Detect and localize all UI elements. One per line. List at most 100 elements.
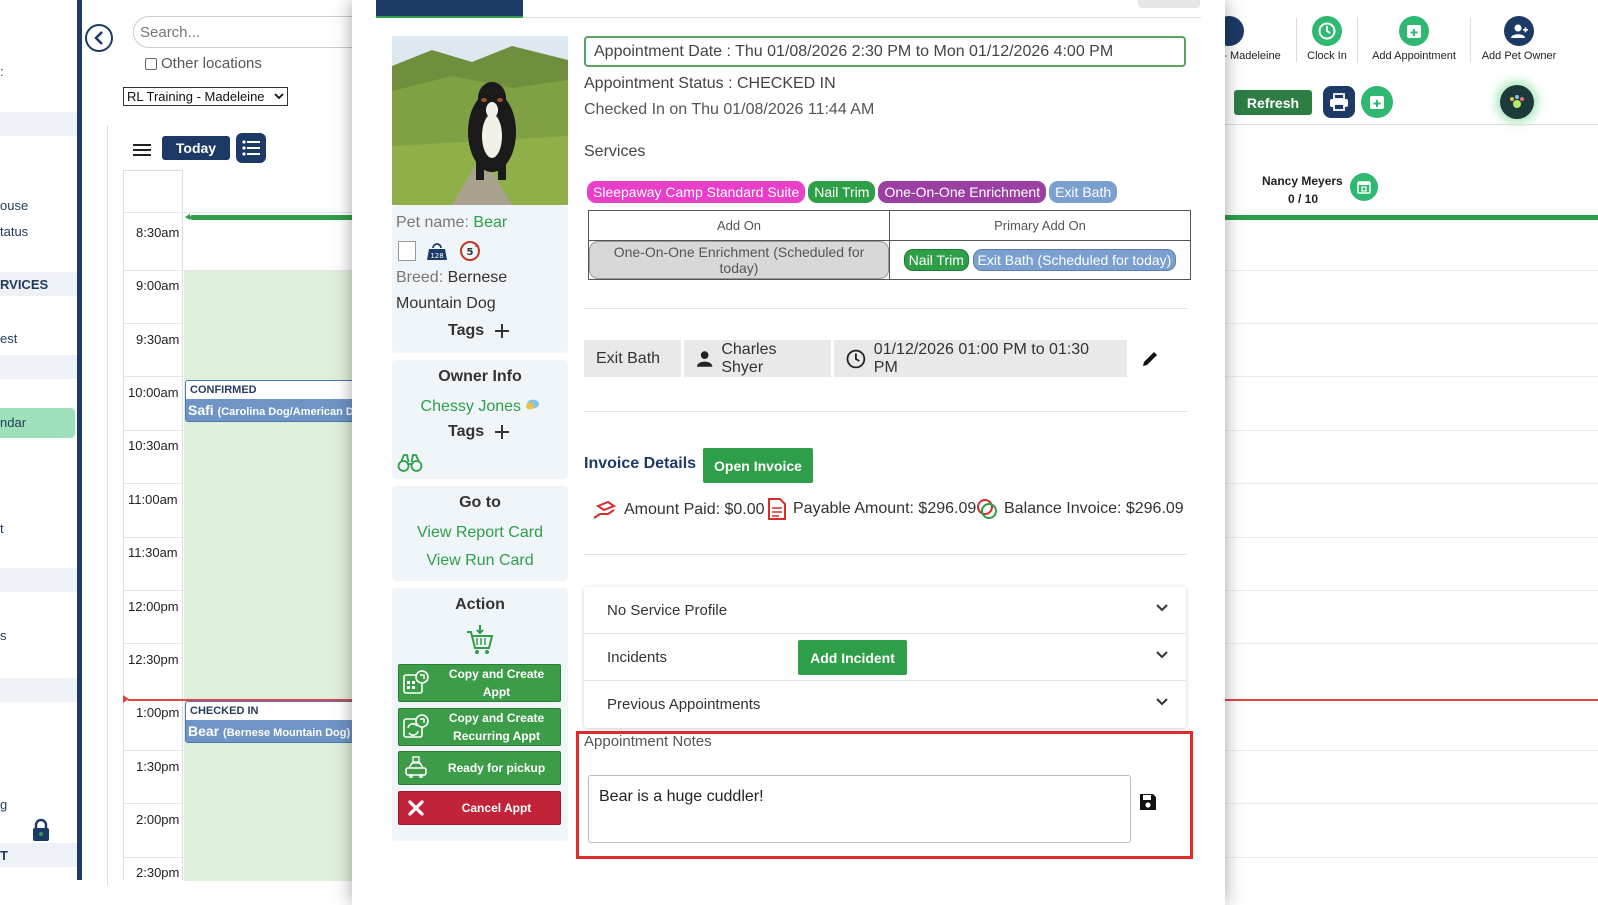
add-user-icon [1504, 16, 1534, 46]
chevron-left-icon [94, 31, 103, 45]
add-on-chip[interactable]: One-On-One Enrichment (Scheduled for tod… [589, 241, 889, 279]
modal-tab-active[interactable] [376, 0, 523, 18]
cancel-appt-button[interactable]: Cancel Appt [398, 791, 561, 825]
add-appointment-button[interactable]: Add Appointment [1364, 16, 1464, 62]
balance-invoice: Balance Invoice: $296.09 [976, 498, 1184, 520]
calendar-add-button[interactable] [1361, 86, 1393, 118]
appointment-card-bear[interactable]: CHECKED IN Bear (Bernese Mountain Dog) [185, 701, 355, 743]
avatar[interactable] [1500, 85, 1534, 119]
sidebar-item-house[interactable]: ouse [0, 198, 28, 213]
collapse-sidebar-button[interactable] [85, 24, 113, 52]
primary-chip-exit-bath[interactable]: Exit Bath (Scheduled for today) [972, 249, 1177, 271]
service-pill-enrichment[interactable]: One-On-One Enrichment [878, 181, 1047, 203]
pet-tags-label: Tags [448, 322, 485, 339]
sidebar-item-est[interactable]: est [0, 331, 17, 346]
copy-create-appt-button[interactable]: Copy and Create Appt [398, 664, 561, 702]
sidebar-divider [77, 0, 82, 880]
chevron-down-icon [1156, 651, 1168, 659]
sidebar-band [0, 355, 77, 379]
edit-pencil-icon[interactable] [1140, 349, 1160, 369]
clock-in-button[interactable]: Clock In [1302, 16, 1352, 62]
cart-icon[interactable] [465, 624, 495, 656]
view-report-card-link[interactable]: View Report Card [392, 524, 568, 542]
service-pill-nail-trim[interactable]: Nail Trim [808, 181, 876, 203]
today-button[interactable]: Today [162, 136, 230, 160]
close-icon [399, 798, 433, 818]
owner-name-row: Chessy Jones [392, 398, 568, 416]
time-label: 2:00pm [136, 812, 180, 827]
time-label: 12:00pm [128, 599, 179, 614]
location-select[interactable]: RL Training - Madeleine [123, 87, 288, 106]
available-time-column [184, 271, 354, 881]
save-icon[interactable] [1138, 792, 1158, 812]
balance-invoice-text: Balance Invoice: $296.09 [1004, 500, 1184, 517]
pet-photo [392, 36, 568, 205]
lock-icon[interactable] [32, 818, 50, 847]
add-tag-icon[interactable] [494, 424, 510, 440]
time-label: 1:30pm [136, 759, 180, 774]
pet-name-row: Pet name: Bear [396, 214, 507, 232]
add-pet-owner-label: Add Pet Owner [1481, 50, 1557, 62]
hand-money-icon [593, 500, 617, 519]
print-button[interactable] [1323, 86, 1355, 118]
invoice-details-heading: Invoice Details [584, 455, 697, 472]
section-divider [584, 308, 1187, 309]
open-invoice-button[interactable]: Open Invoice [703, 448, 813, 483]
copy-create-recurring-button[interactable]: Copy and Create Recurring Appt [398, 708, 561, 746]
visit-count-icon: 5 [460, 241, 480, 261]
copy-calendar-icon [399, 669, 433, 697]
amount-paid: Amount Paid: $0.00 [592, 498, 765, 522]
modal-close-button[interactable] [1138, 0, 1200, 8]
sidebar-item-t[interactable]: t [0, 521, 4, 536]
appointment-card-safi[interactable]: CONFIRMED Safi (Carolina Dog/American D [185, 380, 355, 422]
weight-icon: 128 [427, 243, 447, 260]
sidebar-band [0, 568, 77, 592]
list-view-button[interactable] [236, 133, 266, 163]
appointment-notes-input[interactable]: Bear is a huge cuddler! [588, 775, 1131, 843]
service-pill-sleepaway[interactable]: Sleepaway Camp Standard Suite [587, 181, 806, 203]
time-label: 9:00am [136, 278, 180, 293]
refresh-button[interactable]: Refresh [1234, 90, 1312, 115]
sidebar-band [0, 678, 77, 702]
accordion-previous-appointments[interactable]: Previous Appointments [584, 681, 1186, 728]
grid-line [1225, 803, 1598, 804]
time-label: 8:30am [136, 225, 180, 240]
add-tag-icon[interactable] [494, 323, 510, 339]
appointment-pet-name: Safi [188, 402, 214, 418]
appointment-title: Safi (Carolina Dog/American D [186, 399, 354, 421]
service-pill-exit-bath[interactable]: Exit Bath [1049, 181, 1118, 203]
person-icon [696, 350, 713, 367]
location-shortcut-label: - Madeleine [1223, 50, 1281, 62]
primary-chip-nail-trim[interactable]: Nail Trim [903, 249, 969, 271]
schedule-staff: Charles Shyer [721, 340, 777, 376]
binoculars-icon[interactable] [397, 453, 423, 473]
section-divider [584, 554, 1187, 555]
owner-name-link[interactable]: Chessy Jones [421, 398, 522, 415]
ready-for-pickup-button[interactable]: Ready for pickup [398, 751, 561, 785]
search-input[interactable] [133, 16, 373, 48]
payable-amount: Payable Amount: $296.09 [767, 498, 976, 520]
chat-icon[interactable] [525, 399, 540, 411]
left-sidebar: : ouse tatus RVICES est ndar t s g T [0, 0, 77, 905]
staff-name: Nancy Meyers [1262, 174, 1343, 188]
view-run-card-link[interactable]: View Run Card [392, 552, 568, 570]
appointment-title: Bear (Bernese Mountain Dog) [186, 720, 354, 742]
add-incident-button[interactable]: Add Incident [798, 640, 907, 675]
checkbox-box[interactable] [145, 57, 157, 70]
owner-info-heading: Owner Info [438, 368, 522, 385]
other-locations-checkbox[interactable]: Other locations [145, 55, 262, 72]
toolbar-separator [1357, 18, 1358, 62]
sidebar-item-status[interactable]: tatus [0, 224, 28, 239]
menu-icon[interactable] [133, 143, 151, 162]
calendar-add-icon [1370, 96, 1384, 109]
add-pet-owner-button[interactable]: Add Pet Owner [1476, 16, 1562, 62]
staff-calendar-icon[interactable] [1350, 173, 1378, 201]
add-appointment-label: Add Appointment [1372, 50, 1456, 62]
appointment-breed: (Bernese Mountain Dog) [223, 727, 351, 739]
sidebar-item-g[interactable]: g [0, 797, 7, 812]
sidebar-item-s[interactable]: s [0, 628, 7, 643]
sidebar-item-calendar[interactable]: ndar [0, 415, 26, 430]
pet-name[interactable]: Bear [473, 214, 507, 231]
chevron-down-icon [1156, 698, 1168, 706]
accordion-service-profile[interactable]: No Service Profile [584, 587, 1186, 634]
